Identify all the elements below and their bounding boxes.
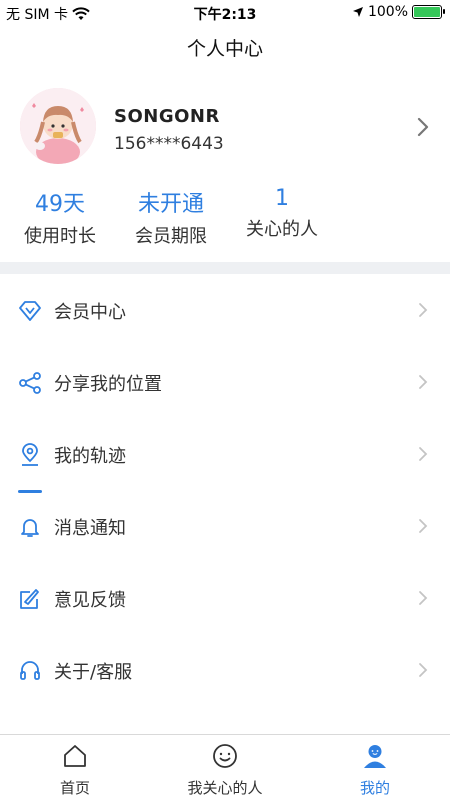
bell-icon — [21, 519, 39, 537]
share-icon — [19, 372, 41, 394]
menu-label: 意见反馈 — [54, 590, 126, 611]
stat-value: 49天 — [35, 192, 85, 217]
avatar-girl-illustration — [20, 88, 96, 164]
person-icon — [364, 745, 386, 768]
battery-fill — [414, 7, 440, 17]
status-bar: 无 SIM 卡 下午2:13 100% — [0, 0, 450, 24]
stat-value: 1 — [275, 186, 289, 211]
menu-label: 我的轨迹 — [54, 446, 126, 467]
menu-label: 会员中心 — [54, 302, 126, 323]
chevron-right-icon — [419, 375, 428, 389]
menu-label: 分享我的位置 — [54, 374, 162, 395]
stat-usage-duration[interactable]: 49天 使用时长 — [0, 186, 120, 248]
stat-label: 使用时长 — [24, 226, 96, 247]
chevron-right-icon[interactable] — [416, 116, 430, 138]
section-divider — [0, 262, 450, 274]
location-pin-icon — [22, 443, 38, 466]
chevron-right-icon — [419, 447, 428, 461]
tab-mine[interactable]: 我的 — [300, 743, 450, 798]
headset-icon — [20, 661, 40, 680]
stat-label: 关心的人 — [246, 219, 318, 240]
stat-membership[interactable]: 未开通 会员期限 — [111, 186, 231, 248]
phone-number: 156****6443 — [114, 134, 224, 154]
menu-item-membership-center[interactable]: 会员中心 — [0, 274, 450, 346]
tab-label: 我的 — [359, 779, 390, 797]
status-right: 100% — [352, 4, 445, 20]
location-arrow-icon — [352, 7, 363, 17]
battery-icon — [412, 5, 445, 19]
chevron-right-icon — [419, 663, 428, 677]
chevron-right-icon — [419, 303, 428, 317]
username: SONGONR — [114, 106, 220, 127]
diamond-icon — [19, 301, 41, 321]
menu-label: 消息通知 — [54, 518, 126, 539]
home-icon — [64, 745, 86, 767]
tab-bar: 首页 我关心的人 我的 — [0, 734, 450, 801]
avatar[interactable] — [20, 88, 96, 164]
menu-list: 会员中心 分享我的位置 我的轨迹 消息通知 意见反馈 关于/客服 — [0, 274, 450, 706]
page-title: 个人中心 — [186, 38, 263, 60]
smiley-icon — [213, 744, 237, 768]
selection-indicator — [18, 490, 42, 493]
profile-card[interactable]: SONGONR 156****6443 — [0, 88, 450, 170]
menu-label: 关于/客服 — [54, 662, 133, 683]
menu-item-notifications[interactable]: 消息通知 — [0, 490, 450, 562]
menu-item-feedback[interactable]: 意见反馈 — [0, 562, 450, 634]
stat-cared-people[interactable]: 1 关心的人 — [222, 186, 342, 241]
stats-row: 49天 使用时长 未开通 会员期限 1 关心的人 — [0, 186, 450, 256]
feedback-edit-icon — [20, 589, 39, 609]
menu-item-my-track[interactable]: 我的轨迹 — [0, 418, 450, 490]
battery-percent: 100% — [367, 4, 408, 20]
tab-home[interactable]: 首页 — [0, 743, 150, 798]
chevron-right-icon — [419, 519, 428, 533]
stat-label: 会员期限 — [135, 226, 207, 247]
tab-label: 首页 — [59, 779, 90, 797]
tab-cared-people[interactable]: 我关心的人 — [150, 743, 300, 798]
menu-item-about-support[interactable]: 关于/客服 — [0, 634, 450, 706]
menu-item-share-location[interactable]: 分享我的位置 — [0, 346, 450, 418]
chevron-right-icon — [419, 591, 428, 605]
stat-value: 未开通 — [137, 192, 204, 217]
tab-label: 我关心的人 — [187, 779, 263, 797]
